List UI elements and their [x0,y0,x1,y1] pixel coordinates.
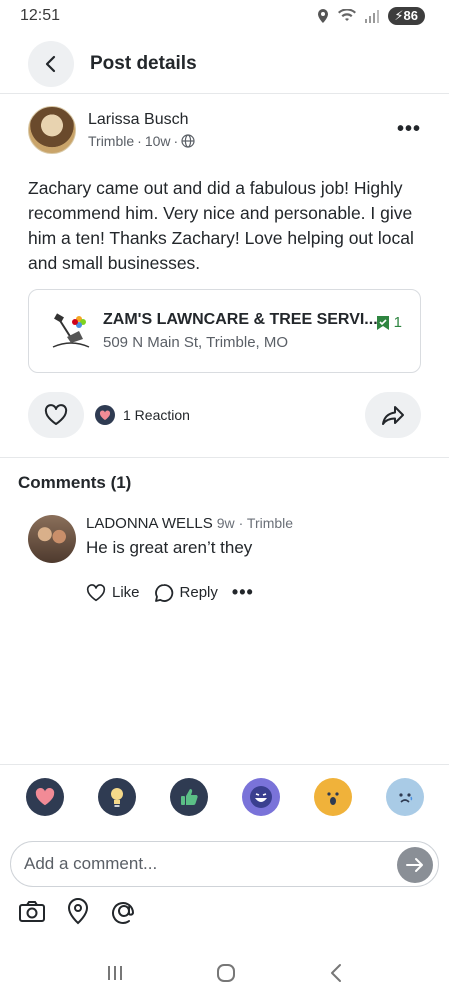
recommend-badge: 1 [375,314,402,331]
back-button[interactable] [28,41,74,87]
comment-body: LADONNA WELLS 9w · Trimble He is great a… [86,515,293,563]
battery-level: 86 [403,8,418,23]
business-address: 509 N Main St, Trimble, MO [103,334,289,351]
battery-indicator: ⚡86 [388,7,425,25]
heart-outline-icon [86,583,106,601]
globe-icon [181,134,195,148]
avatar[interactable] [28,106,76,154]
author-name[interactable]: Larissa Busch [88,111,195,129]
page-title: Post details [90,53,197,74]
thumbs-up-icon[interactable] [170,778,208,816]
business-name: ZAM'S LAWNCARE & TREE SERVI... [103,311,378,328]
reaction-summary[interactable]: 1 Reaction [95,405,190,425]
section-divider [0,457,449,458]
meta-separator: · [173,133,179,149]
status-icons: ⚡86 [316,7,425,25]
lawncare-logo-icon [52,313,90,348]
arrow-right-icon [406,858,423,872]
comment-author[interactable]: LADONNA WELLS [86,515,213,532]
post-more-button[interactable]: ••• [397,118,421,141]
wow-face-icon[interactable] [314,778,352,816]
recent-apps-icon[interactable] [105,964,125,982]
comment-text: He is great aren’t they [86,538,253,557]
send-button[interactable] [397,847,433,883]
comment-location: · Trimble [238,515,294,531]
mention-icon[interactable] [110,897,138,925]
nav-back-icon[interactable] [328,963,344,983]
business-info: ZAM'S LAWNCARE & TREE SERVI... 509 N Mai… [103,311,378,351]
comment-header: LADONNA WELLS 9w · Trimble [86,515,293,532]
recommend-count: 1 [393,314,402,331]
heart-outline-icon [44,404,68,425]
comment-composer [10,841,439,887]
heart-icon[interactable] [26,778,64,816]
comment-more-button[interactable]: ••• [232,582,254,603]
reaction-count: 1 Reaction [123,407,190,423]
share-icon [382,406,404,425]
laugh-face-icon[interactable] [242,778,280,816]
post-author[interactable]: Larissa Busch Trimble · 10w · [28,106,195,154]
location-pin-icon[interactable] [66,897,90,925]
lightbulb-icon[interactable] [98,778,136,816]
reaction-picker [26,778,424,816]
system-nav-bar [0,955,449,991]
comments-title: Comments (1) [18,473,132,492]
business-card[interactable]: ZAM'S LAWNCARE & TREE SERVI... 509 N Mai… [28,289,421,373]
post-body: Zachary came out and did a fabulous job!… [28,178,414,273]
camera-icon[interactable] [18,899,46,923]
like-label: Like [112,584,140,601]
avatar[interactable] [28,515,76,563]
post-meta: Trimble · 10w · [88,133,195,149]
react-button[interactable] [28,392,84,438]
bookmark-check-icon [376,315,389,330]
header: Post details [0,36,449,92]
meta-separator: · [137,133,142,149]
comment-actions: Like Reply ••• [86,582,268,603]
comment-item: LADONNA WELLS 9w · Trimble He is great a… [28,515,293,563]
location-icon [318,9,329,23]
wifi-icon [338,9,357,21]
speech-bubble-icon [154,583,173,602]
comment-like-button[interactable]: Like [86,583,140,602]
header-divider [0,93,449,94]
signal-icon [365,10,380,23]
comment-age: 9w [216,515,235,531]
sad-face-icon[interactable] [386,778,424,816]
post-age: 10w [144,133,171,149]
status-time: 12:51 [20,7,61,24]
composer-tools [18,897,138,925]
home-icon[interactable] [215,962,237,984]
share-button[interactable] [365,392,421,438]
author-info: Larissa Busch Trimble · 10w · [88,111,195,149]
comment-reply-button[interactable]: Reply [154,583,218,603]
heart-reaction-icon [95,405,115,425]
comment-input[interactable] [24,854,384,874]
reply-label: Reply [179,584,218,601]
post-location[interactable]: Trimble [88,133,134,149]
chevron-left-icon [45,55,56,73]
composer-divider [0,764,449,765]
status-bar: 12:51 ⚡86 [0,0,449,32]
